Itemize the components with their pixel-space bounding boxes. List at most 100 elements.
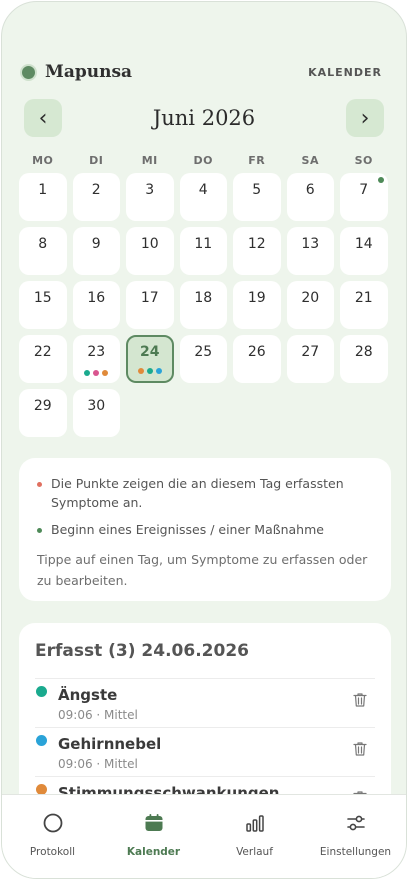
calendar-day[interactable]: 26: [233, 335, 281, 383]
day-number: 3: [145, 182, 155, 198]
symptom-dot-icon: [155, 368, 162, 374]
day-number: 11: [194, 236, 213, 252]
calendar-day[interactable]: 14: [340, 227, 388, 275]
tab-label: Protokoll: [29, 846, 76, 858]
day-number: 15: [33, 290, 52, 306]
day-number: 14: [354, 236, 373, 252]
day-number: 28: [354, 344, 373, 360]
app-header: Mapunsa KALENDER: [20, 58, 382, 86]
day-number: 30: [87, 398, 106, 414]
tab-einstellungen[interactable]: Einstellungen: [305, 795, 406, 878]
calendar-day[interactable]: 25: [179, 335, 227, 383]
calendar-day[interactable]: 27: [286, 335, 334, 383]
calendar-day-selected[interactable]: 24: [126, 335, 174, 383]
entry-meta: 09:06 · Mittel: [58, 708, 138, 722]
event-bullet-icon: [37, 528, 42, 533]
weekday-label: SO: [354, 154, 373, 167]
tab-bar: Protokoll Kalender Verlauf Einstellungen: [2, 794, 406, 878]
symptom-dots: [128, 368, 172, 374]
day-number: 13: [301, 236, 320, 252]
section-title: KALENDER: [308, 65, 382, 79]
weekday-header: MO DI MI DO FR SA SO: [19, 154, 393, 167]
day-number: 26: [247, 344, 266, 360]
calendar-day[interactable]: 22: [19, 335, 67, 383]
calendar-day[interactable]: 12: [233, 227, 281, 275]
calendar-day[interactable]: 17: [126, 281, 174, 329]
app-name: Mapunsa: [45, 62, 133, 82]
calendar-day[interactable]: 4: [179, 173, 227, 221]
sliders-icon: [345, 812, 367, 838]
calendar-day[interactable]: 1: [19, 173, 67, 221]
bar-chart-icon: [244, 812, 266, 838]
calendar-day[interactable]: 3: [126, 173, 174, 221]
calendar-day[interactable]: 7: [340, 173, 388, 221]
calendar-day[interactable]: 5: [233, 173, 281, 221]
symptom-color-icon: [36, 735, 47, 746]
entry-row[interactable]: Ängste 09:06 · Mittel: [35, 679, 375, 728]
calendar-day[interactable]: 9: [72, 227, 120, 275]
symptom-bullet-icon: [37, 482, 42, 487]
day-number: 18: [194, 290, 213, 306]
symptom-dots: [73, 370, 121, 376]
calendar-day[interactable]: 8: [19, 227, 67, 275]
legend-symptoms: Die Punkte zeigen die an diesem Tag erfa…: [37, 474, 373, 512]
tab-protokoll[interactable]: Protokoll: [2, 795, 103, 878]
day-number: 25: [194, 344, 213, 360]
weekday-label: FR: [248, 154, 266, 167]
calendar-day[interactable]: 6: [286, 173, 334, 221]
calendar-icon: [143, 812, 165, 838]
symptom-dot-icon: [146, 368, 153, 374]
weekday-label: SA: [301, 154, 319, 167]
day-number: 4: [198, 182, 208, 198]
day-number: 7: [359, 182, 369, 198]
calendar-day[interactable]: 11: [179, 227, 227, 275]
trash-icon[interactable]: [353, 692, 367, 708]
month-navigation: ‹ Juni 2026 ›: [24, 99, 384, 137]
calendar-day[interactable]: 29: [19, 389, 67, 437]
calendar-day[interactable]: 19: [233, 281, 281, 329]
calendar-day[interactable]: 30: [72, 389, 120, 437]
legend-symptoms-text: Die Punkte zeigen die an diesem Tag erfa…: [51, 476, 344, 510]
calendar-day[interactable]: 20: [286, 281, 334, 329]
calendar-day[interactable]: 28: [340, 335, 388, 383]
tab-label: Einstellungen: [319, 846, 392, 858]
day-number: 17: [140, 290, 159, 306]
logo-dot-icon: [20, 63, 37, 81]
day-number: 22: [33, 344, 52, 360]
legend-hint: Tippe auf einen Tag, um Symptome zu erfa…: [37, 552, 368, 588]
day-number: 8: [38, 236, 48, 252]
calendar-day[interactable]: 23: [72, 335, 121, 383]
tab-verlauf[interactable]: Verlauf: [204, 795, 305, 878]
entry-name: Ängste: [58, 686, 118, 704]
legend-events-text: Beginn eines Ereignisses / einer Maßnahm…: [51, 522, 324, 537]
day-number: 24: [140, 344, 160, 360]
symptom-color-icon: [36, 686, 47, 697]
entry-row[interactable]: Gehirnnebel 09:06 · Mittel: [35, 728, 375, 777]
calendar-day[interactable]: 13: [286, 227, 334, 275]
calendar-day[interactable]: 16: [72, 281, 120, 329]
day-number: 20: [301, 290, 320, 306]
month-title: Juni 2026: [152, 106, 256, 130]
calendar-day[interactable]: 15: [19, 281, 67, 329]
day-number: 16: [87, 290, 106, 306]
day-number: 10: [140, 236, 159, 252]
previous-month-button[interactable]: ‹: [24, 99, 62, 137]
calendar-day[interactable]: 18: [179, 281, 227, 329]
day-number: 6: [305, 182, 315, 198]
entry-name: Gehirnnebel: [58, 735, 162, 753]
trash-icon[interactable]: [353, 741, 367, 757]
day-number: 23: [87, 344, 106, 360]
day-number: 2: [91, 182, 101, 198]
day-number: 29: [33, 398, 52, 414]
day-number: 1: [38, 182, 48, 198]
day-number: 21: [354, 290, 373, 306]
circle-icon: [42, 812, 64, 838]
tab-kalender[interactable]: Kalender: [103, 795, 204, 878]
brand: Mapunsa: [20, 62, 132, 82]
next-month-button[interactable]: ›: [346, 99, 384, 137]
calendar-day[interactable]: 21: [340, 281, 388, 329]
calendar-day[interactable]: 10: [126, 227, 174, 275]
day-number: 19: [247, 290, 266, 306]
symptom-dot-icon: [102, 370, 109, 376]
calendar-day[interactable]: 2: [72, 173, 120, 221]
